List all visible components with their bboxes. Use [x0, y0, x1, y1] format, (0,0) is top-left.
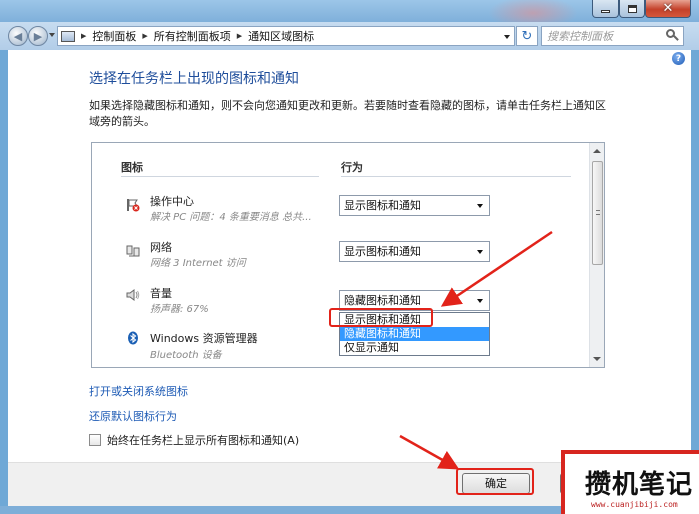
- header-divider: [341, 176, 571, 177]
- refresh-icon: ↻: [521, 28, 533, 44]
- watermark-url: www.cuanjibiji.com: [591, 500, 678, 509]
- chevron-down-icon[interactable]: [504, 35, 510, 39]
- grip-icon: [596, 210, 600, 215]
- scroll-up-arrow-icon[interactable]: [593, 149, 601, 153]
- column-header-behavior: 行为: [341, 161, 363, 174]
- maximize-icon: [627, 4, 637, 13]
- refresh-button[interactable]: ↻: [516, 26, 538, 46]
- control-panel-icon: [61, 30, 75, 42]
- maximize-button[interactable]: [619, 0, 645, 18]
- behavior-select-network[interactable]: 显示图标和通知: [339, 241, 490, 262]
- list-scrollbar[interactable]: [589, 143, 604, 367]
- row-subtitle-explorer: Bluetooth 设备: [150, 350, 222, 361]
- help-icon[interactable]: ?: [672, 52, 685, 65]
- chevron-right-icon[interactable]: ▶: [237, 32, 242, 40]
- search-icon[interactable]: [666, 29, 679, 43]
- row-name-explorer: Windows 资源管理器: [150, 332, 258, 345]
- close-button[interactable]: ✕: [645, 0, 691, 18]
- bluetooth-icon: [128, 331, 138, 345]
- behavior-select-action-center[interactable]: 显示图标和通知: [339, 195, 490, 216]
- arrow-left-icon: ◀: [13, 29, 23, 43]
- row-name-network: 网络: [150, 241, 172, 254]
- window-titlebar: ✕: [0, 0, 699, 30]
- address-box[interactable]: ▶ 控制面板 ▶ 所有控制面板项 ▶ 通知区域图标: [57, 26, 515, 46]
- page-description: 如果选择隐藏图标和通知，则不会向您通知更改和更新。若要随时查看隐藏的图标，请单击…: [89, 99, 606, 128]
- action-center-flag-icon: [127, 199, 140, 212]
- row-name-action-center: 操作中心: [150, 195, 194, 208]
- scroll-thumb[interactable]: [592, 161, 603, 265]
- link-restore-defaults[interactable]: 还原默认图标行为: [89, 408, 177, 424]
- search-input[interactable]: [542, 27, 660, 45]
- back-button[interactable]: ◀: [8, 26, 28, 46]
- annotation-highlight-option: [329, 308, 433, 327]
- search-box[interactable]: [541, 26, 684, 46]
- always-show-all-row[interactable]: 始终在任务栏上显示所有图标和通知(A): [89, 432, 299, 448]
- dropdown-option-hide[interactable]: 隐藏图标和通知: [340, 327, 489, 341]
- row-subtitle-volume: 扬声器: 67%: [150, 304, 209, 315]
- arrow-right-icon: ▶: [33, 29, 43, 43]
- site-watermark-logo: 攒机笔记 www.cuanjibiji.com: [561, 450, 699, 514]
- scroll-down-arrow-icon[interactable]: [593, 357, 601, 361]
- annotation-highlight-ok: [456, 468, 534, 495]
- chevron-right-icon[interactable]: ▶: [81, 32, 86, 40]
- network-icon: [126, 245, 140, 257]
- row-subtitle-action-center: 解决 PC 问题：4 条重要消息 总共...: [150, 212, 312, 223]
- minimize-icon: [601, 10, 610, 13]
- chevron-right-icon[interactable]: ▶: [142, 32, 147, 40]
- row-name-volume: 音量: [150, 287, 172, 300]
- address-toolbar: ◀ ▶ ▶ 控制面板 ▶ 所有控制面板项 ▶ 通知区域图标 ↻: [0, 22, 699, 50]
- row-subtitle-network: 网络 3 Internet 访问: [150, 258, 246, 269]
- page-title: 选择在任务栏上出现的图标和通知: [89, 71, 299, 87]
- column-header-icon: 图标: [121, 161, 143, 174]
- always-show-all-checkbox[interactable]: [89, 434, 101, 446]
- icon-behavior-list: 图标 行为 操作中心 解决 PC 问题：4 条重要消息 总共... 显示图标和通…: [91, 142, 605, 368]
- breadcrumb-control-panel[interactable]: 控制面板: [92, 28, 136, 44]
- breadcrumb-all-items[interactable]: 所有控制面板项: [154, 28, 231, 44]
- forward-button[interactable]: ▶: [28, 26, 48, 46]
- main-content: ? 选择在任务栏上出现的图标和通知 如果选择隐藏图标和通知，则不会向您通知更改和…: [8, 50, 691, 462]
- close-icon: ✕: [662, 1, 674, 16]
- recent-pages-dropdown[interactable]: [49, 33, 55, 37]
- header-divider: [121, 176, 319, 177]
- breadcrumb-notification-icons[interactable]: 通知区域图标: [248, 28, 314, 44]
- minimize-button[interactable]: [592, 0, 619, 18]
- watermark-title: 攒机笔记: [585, 470, 694, 500]
- speaker-icon: [126, 289, 140, 301]
- link-system-icons[interactable]: 打开或关闭系统图标: [89, 383, 188, 399]
- dropdown-option-notify-only[interactable]: 仅显示通知: [340, 341, 489, 355]
- always-show-all-label[interactable]: 始终在任务栏上显示所有图标和通知(A): [107, 432, 299, 448]
